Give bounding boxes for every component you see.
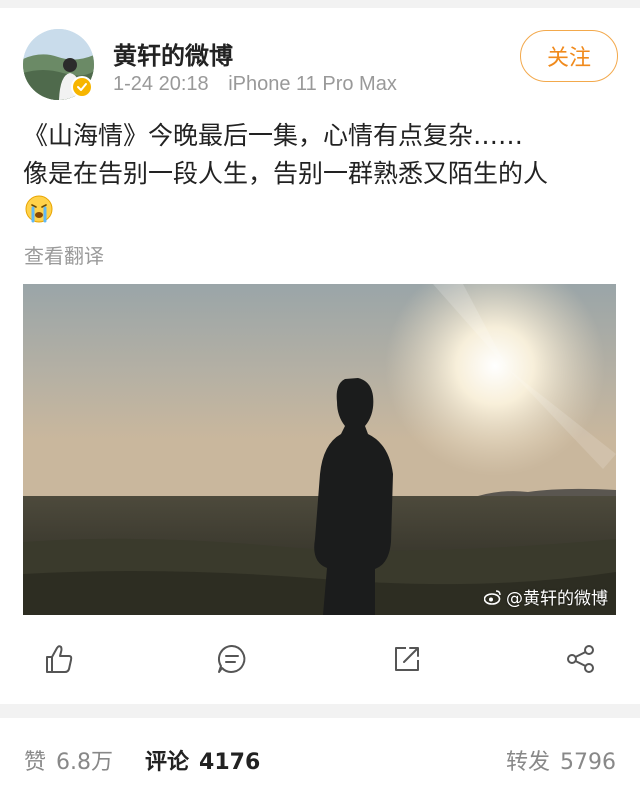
post-text-line: 像是在告别一段人生，告别一群熟悉又陌生的人: [23, 159, 549, 188]
repost-label: 转发: [505, 750, 550, 775]
comment-count: 4176: [199, 750, 261, 775]
comment-icon[interactable]: [215, 642, 249, 676]
comment-stat[interactable]: 评论 4176: [145, 744, 260, 776]
like-label: 赞: [24, 750, 47, 775]
post-image[interactable]: @黄轩的微博: [23, 284, 616, 615]
share-icon[interactable]: [564, 642, 598, 676]
weibo-logo-icon: [484, 589, 501, 605]
watermark-text: @黄轩的微博: [506, 589, 608, 609]
post-text: 《山海情》今晚最后一集，心情有点复杂…… 像是在告别一段人生，告别一群熟悉又陌生…: [23, 117, 623, 193]
follow-button[interactable]: 关注: [520, 30, 618, 82]
verified-badge-icon: [71, 76, 93, 98]
stats-bar: 赞 6.8万 评论 4176 转发 5796: [0, 740, 640, 780]
post-meta: 1-24 20:18 iPhone 11 Pro Max: [113, 73, 411, 96]
top-divider: [0, 0, 640, 8]
repost-count: 5796: [560, 750, 616, 775]
repost-stat[interactable]: 转发 5796: [506, 744, 616, 776]
post-device: iPhone 11 Pro Max: [228, 73, 397, 95]
comment-label: 评论: [145, 750, 190, 775]
thumbs-up-icon[interactable]: [42, 642, 76, 676]
username[interactable]: 黄轩的微博: [113, 36, 233, 71]
translate-link[interactable]: 查看翻译: [24, 240, 104, 269]
section-divider: [0, 704, 640, 718]
like-count: 6.8万: [56, 750, 114, 775]
like-stat[interactable]: 赞 6.8万: [24, 744, 113, 776]
repost-icon[interactable]: [390, 642, 424, 676]
crying-face-icon: [25, 195, 53, 223]
image-watermark: @黄轩的微博: [484, 584, 608, 609]
post-date: 1-24 20:18: [113, 73, 209, 95]
post-text-line: 《山海情》今晚最后一集，心情有点复杂……: [23, 121, 524, 150]
action-bar: [0, 636, 640, 686]
